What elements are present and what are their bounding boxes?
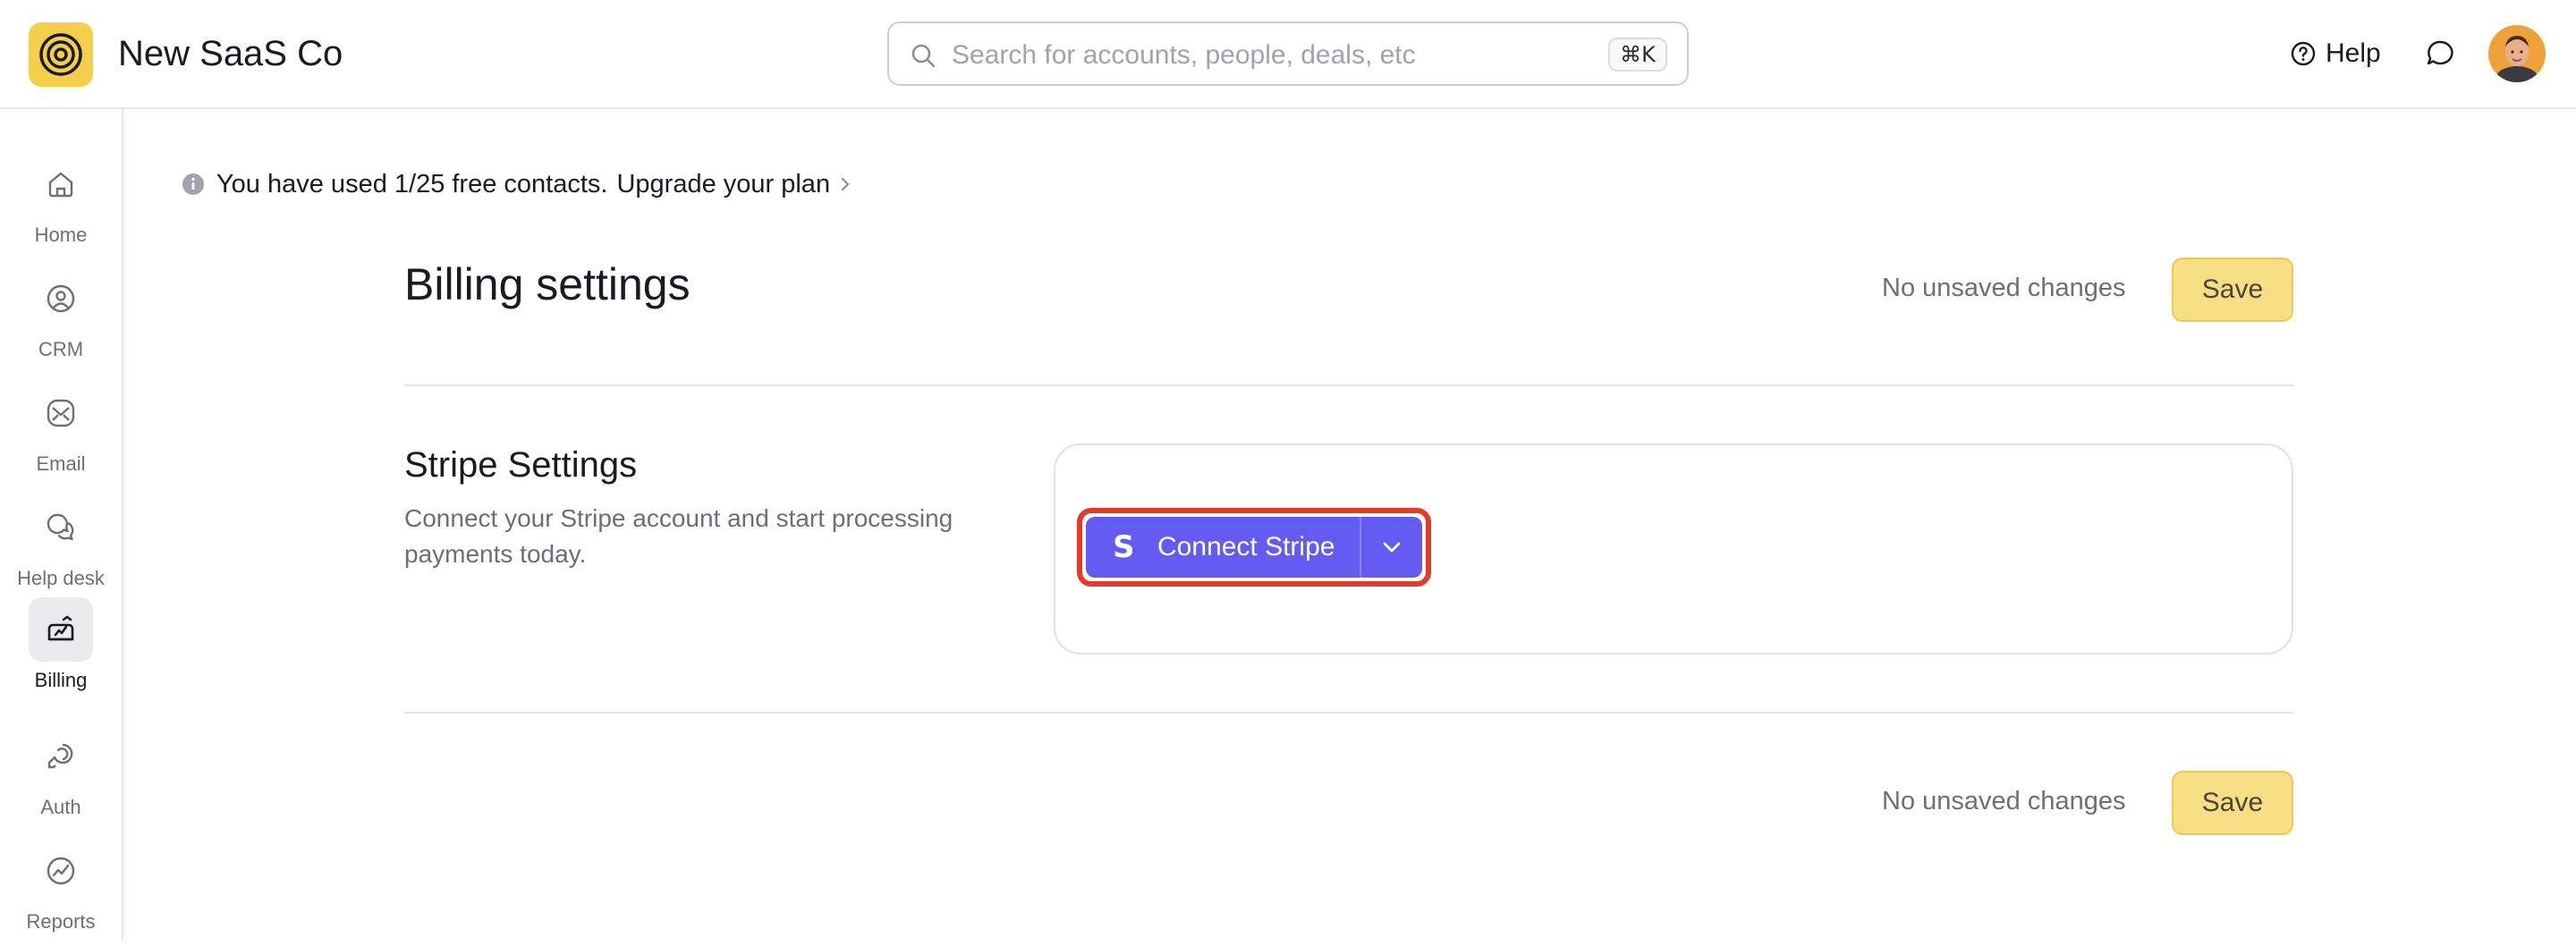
sidebar-item-label: Reports: [26, 910, 96, 933]
sidebar-item-crm[interactable]: CRM: [0, 266, 122, 374]
sidebar: Home CRM Email Help desk Billing Auth Re…: [0, 109, 123, 941]
upgrade-plan-link[interactable]: Upgrade your plan: [616, 170, 830, 199]
stripe-settings-title: Stripe Settings: [404, 445, 638, 485]
usage-notice-text: You have used 1/25 free contacts.: [216, 169, 608, 198]
auth-icon: [47, 743, 73, 769]
sidebar-item-label: CRM: [38, 338, 84, 360]
page-title: Billing settings: [404, 259, 691, 309]
stripe-logo-icon: S: [1113, 529, 1135, 565]
sidebar-icon-container: [29, 152, 93, 216]
stripe-settings-description: Connect your Stripe account and start pr…: [404, 504, 953, 568]
sidebar-item-label: Help desk: [17, 567, 105, 589]
chevron-down-icon: [1383, 542, 1401, 553]
sidebar-item-reports[interactable]: Reports: [0, 839, 122, 946]
sidebar-icon-container: [29, 266, 93, 331]
sidebar-icon-container: [29, 381, 93, 445]
connect-stripe-dropdown-button[interactable]: [1361, 517, 1422, 578]
email-icon: [47, 399, 75, 427]
save-status-text: No unsaved changes: [1882, 274, 2126, 302]
connect-stripe-label: Connect Stripe: [1157, 532, 1335, 562]
app-name: New SaaS Co: [118, 34, 343, 73]
sidebar-item-label: Billing: [34, 669, 88, 691]
help-icon: [2291, 41, 2316, 66]
sidebar-item-auth[interactable]: Auth: [0, 724, 122, 832]
sidebar-item-billing[interactable]: Billing: [0, 597, 122, 705]
avatar[interactable]: [2488, 25, 2546, 82]
info-icon: [182, 173, 204, 195]
divider: [404, 384, 2293, 386]
help-label: Help: [2326, 38, 2381, 68]
footer-save-status-text: No unsaved changes: [1882, 787, 2126, 815]
app-logo[interactable]: [29, 22, 93, 87]
crm-icon: [47, 284, 75, 313]
user-avatar-icon: [2488, 25, 2546, 82]
chat-icon[interactable]: [2424, 38, 2456, 70]
help-button[interactable]: Help: [2290, 36, 2381, 72]
reports-icon: [47, 857, 75, 885]
sidebar-item-email[interactable]: Email: [0, 381, 122, 488]
search-placeholder: Search for accounts, people, deals, etc: [952, 40, 1416, 70]
search-shortcut-badge: ⌘K: [1608, 38, 1667, 72]
sidebar-item-label: Auth: [40, 796, 81, 818]
usage-notice: You have used 1/25 free contacts. Upgrad…: [181, 166, 852, 202]
save-button[interactable]: Save: [2172, 258, 2293, 322]
connect-stripe-button[interactable]: S Connect Stripe: [1086, 517, 1360, 578]
billing-icon: [47, 615, 74, 641]
sidebar-icon-container: [29, 724, 93, 789]
sidebar-item-help-desk[interactable]: Help desk: [0, 495, 122, 603]
chevron-right-icon[interactable]: [839, 175, 852, 193]
logo-icon: [39, 33, 82, 76]
sidebar-icon-container: [29, 495, 93, 560]
sidebar-icon-container: [29, 597, 93, 662]
top-bar: New SaaS Co Search for accounts, people,…: [0, 0, 2576, 109]
sidebar-item-label: Email: [36, 452, 86, 475]
divider: [404, 712, 2293, 714]
home-icon: [48, 172, 73, 198]
sidebar-icon-container: [29, 839, 93, 903]
sidebar-item-label: Home: [34, 224, 88, 246]
help-desk-icon: [47, 513, 74, 541]
search-input[interactable]: Search for accounts, people, deals, etc …: [887, 21, 1689, 86]
search-icon: [911, 44, 936, 68]
footer-save-button[interactable]: Save: [2172, 771, 2293, 835]
sidebar-item-home[interactable]: Home: [0, 152, 122, 259]
